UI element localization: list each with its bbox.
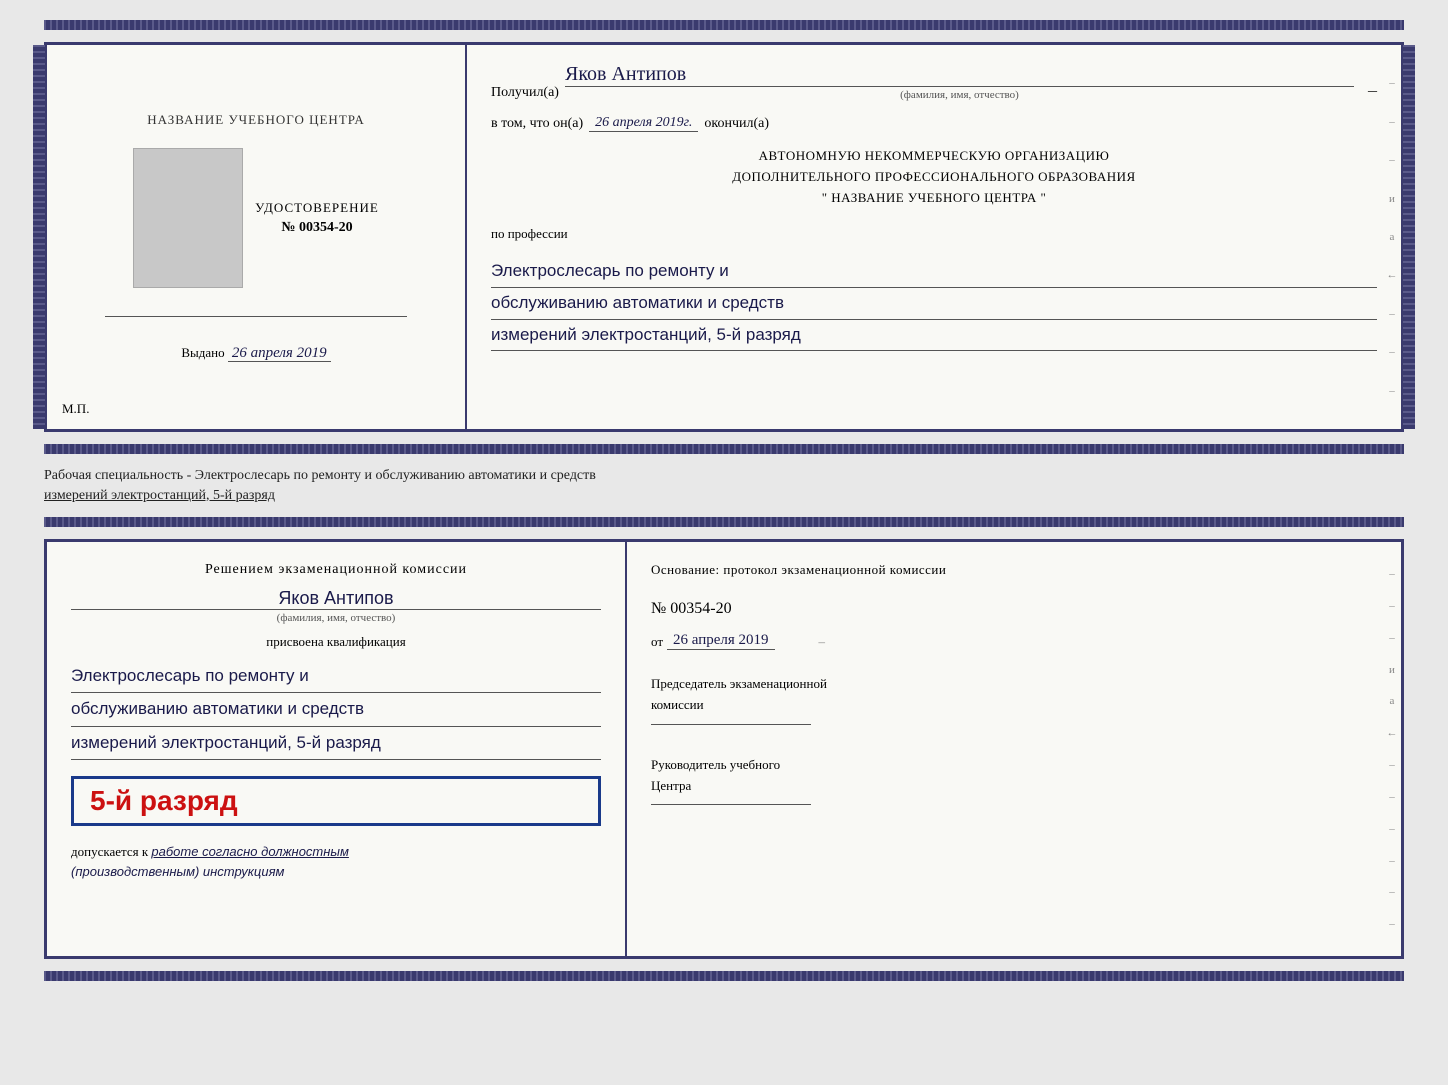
right-dashes-top: – – – и а ← – – – [1383,45,1401,429]
dash-9: – [1389,385,1395,397]
top-border [44,20,1404,30]
bdash-10: – [1389,855,1395,867]
vtom-line: в том, что он(а) 26 апреля 2019г. окончи… [491,115,1377,132]
protocol-number: № 00354-20 [651,600,732,617]
rukovoditel-block: Руководитель учебного Центра [651,755,1377,806]
course-date: 26 апреля 2019г. [589,115,698,132]
dash-1: – [1389,77,1395,89]
rukovoditel-title: Руководитель учебного [651,755,1377,776]
dash-8: – [1389,346,1395,358]
dopusk-italic1: работе согласно должностным [151,844,348,859]
profession-block: Электрослесарь по ремонту и обслуживанию… [491,256,1377,351]
bdash-2: – [1389,600,1395,612]
dash-6: ← [1387,269,1398,281]
bdash-6: ← [1387,727,1398,739]
recipient-name: Яков Антипов [565,63,1354,87]
middle-line2: измерений электростанций, 5-й разряд [44,486,1404,506]
bdash-1: – [1389,568,1395,580]
poluchil-label: Получил(а) [491,85,559,101]
right-dashes-bot: – – – и а ← – – – – – – [1383,542,1401,956]
bdash-8: – [1389,791,1395,803]
predsedatel-block: Председатель экзаменационной комиссии [651,674,1377,725]
osnov-label: Основание: протокол экзаменационной коми… [651,562,1377,578]
dopuskaetsya-label: допускается к [71,844,148,859]
dash-5: а [1390,231,1395,243]
bdash-11: – [1389,886,1395,898]
bdash-12: – [1389,918,1395,930]
po-professii-label: по профессии [491,226,1377,242]
top-document: НАЗВАНИЕ УЧЕБНОГО ЦЕНТРА УДОСТОВЕРЕНИЕ №… [44,42,1404,432]
mp-label: М.П. [62,401,89,417]
dopuskaetsya-block: допускается к работе согласно должностны… [71,842,601,881]
predsedatel-signature [651,724,811,725]
vydano-label: Выдано [181,345,224,360]
ot-date: 26 апреля 2019 [667,632,775,650]
bot-prof-line3: измерений электростанций, 5-й разряд [71,727,601,760]
bot-recipient-name: Яков Антипов [71,588,601,609]
dash-3: – [1389,154,1395,166]
bdash-4: и [1389,664,1395,676]
bot-left-panel: Решением экзаменационной комиссии Яков А… [47,542,627,956]
dash-right-top: – [1368,80,1377,101]
bdash-5: а [1390,695,1395,707]
dash-2: – [1389,116,1395,128]
bottom-border [44,971,1404,981]
left-title: НАЗВАНИЕ УЧЕБНОГО ЦЕНТРА [147,112,364,128]
bdash-9: – [1389,823,1395,835]
bot-profession-block: Электрослесарь по ремонту и обслуживанию… [71,660,601,760]
num-block: № 00354-20 [651,600,1377,618]
fio-hint-top: (фамилия, имя, отчество) [565,89,1354,101]
profession-line2: обслуживанию автоматики и средств [491,288,1377,320]
org-line2: ДОПОЛНИТЕЛЬНОГО ПРОФЕССИОНАЛЬНОГО ОБРАЗО… [491,167,1377,188]
bot-prof-line2: обслуживанию автоматики и средств [71,693,601,726]
profession-line1: Электрослесарь по ремонту и [491,256,1377,288]
ot-label: от [651,634,663,650]
udostoverenie-block: УДОСТОВЕРЕНИЕ № 00354-20 [255,200,379,236]
ot-block: от 26 апреля 2019 – [651,632,1377,650]
razryad-badge: 5-й разряд [71,776,601,826]
rukovoditel-sub: Центра [651,776,1377,797]
dash-7: – [1389,308,1395,320]
org-line1: АВТОНОМНУЮ НЕКОММЕРЧЕСКУЮ ОРГАНИЗАЦИЮ [491,146,1377,167]
okoncil-label: окончил(а) [704,116,769,132]
vydano-block: Выдано 26 апреля 2019 [181,345,330,362]
bot-name-block: Яков Антипов (фамилия, имя, отчество) [71,588,601,624]
middle-text-block: Рабочая специальность - Электрослесарь п… [44,466,1404,505]
udostoverenie-number: № 00354-20 [255,220,379,236]
bot-right-panel: Основание: протокол экзаменационной коми… [627,542,1401,956]
bottom-document: Решением экзаменационной комиссии Яков А… [44,539,1404,959]
bdash-3: – [1389,632,1395,644]
bot-fio-hint: (фамилия, имя, отчество) [71,609,601,624]
bot-top-border [44,517,1404,527]
bot-prof-line1: Электрослесарь по ремонту и [71,660,601,693]
vydano-date: 26 апреля 2019 [228,345,331,362]
predsedatel-title: Председатель экзаменационной [651,674,1377,695]
profession-line3: измерений электростанций, 5-й разряд [491,320,1377,352]
resheniem-title: Решением экзаменационной комиссии [71,562,601,578]
rukovoditel-signature [651,804,811,805]
vtom-label: в том, что он(а) [491,116,583,132]
dopusk-italic2: (производственным) инструкциям [71,864,284,879]
doc-right-panel: Получил(а) Яков Антипов (фамилия, имя, о… [467,45,1401,429]
middle-line1: Рабочая специальность - Электрослесарь п… [44,466,1404,486]
udostoverenie-label: УДОСТОВЕРЕНИЕ [255,200,379,216]
bdash-7: – [1389,759,1395,771]
razryad-text: 5-й разряд [90,785,238,816]
ot-dash: – [819,634,826,650]
doc-left-panel: НАЗВАНИЕ УЧЕБНОГО ЦЕНТРА УДОСТОВЕРЕНИЕ №… [47,45,467,429]
prisvoena-label: присвоена квалификация [71,634,601,650]
org-block: АВТОНОМНУЮ НЕКОММЕРЧЕСКУЮ ОРГАНИЗАЦИЮ ДО… [491,146,1377,208]
predsedatel-sub: комиссии [651,695,1377,716]
poluchil-line: Получил(а) Яков Антипов (фамилия, имя, о… [491,63,1377,101]
top-bottom-border [44,444,1404,454]
photo-placeholder [133,148,243,288]
dash-4: и [1389,193,1395,205]
org-name: " НАЗВАНИЕ УЧЕБНОГО ЦЕНТРА " [491,188,1377,209]
